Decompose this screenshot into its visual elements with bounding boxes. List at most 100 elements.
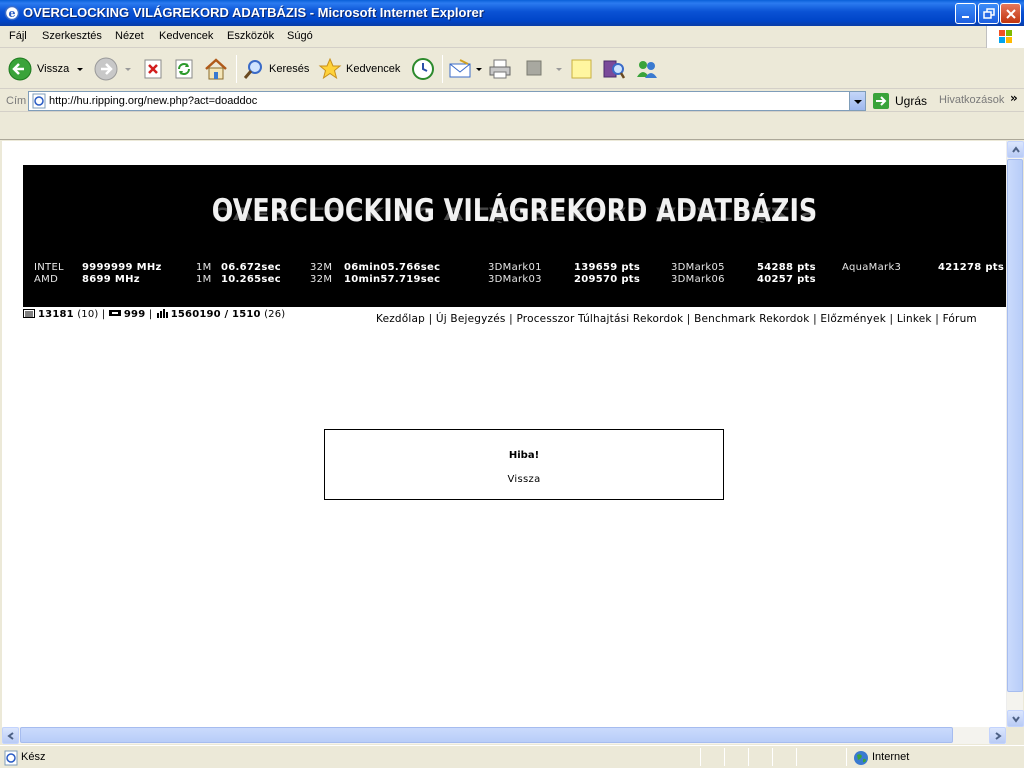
history-button[interactable]: [411, 55, 437, 83]
address-url: http://hu.ripping.org/new.php?act=doaddo…: [49, 95, 258, 107]
stop-button[interactable]: [142, 55, 166, 83]
record-amd-brand: AMD: [34, 274, 59, 285]
history-icon: [412, 58, 434, 80]
record-3dmark05-value: 54288 pts: [757, 262, 816, 273]
nav-link-new-entry[interactable]: Új Bejegyzés: [436, 313, 506, 325]
discuss-button[interactable]: [570, 55, 596, 83]
chevron-down-icon: [854, 100, 862, 104]
svg-text:e: e: [9, 7, 16, 20]
menu-view[interactable]: Nézet: [115, 30, 144, 42]
vertical-scroll-thumb[interactable]: [1007, 159, 1023, 692]
title-bar[interactable]: e OVERCLOCKING VILÁGREKORD ADATBÁZIS - M…: [0, 0, 1024, 26]
go-label: Ugrás: [895, 94, 928, 108]
home-button[interactable]: [203, 55, 231, 83]
nav-separator: |: [509, 313, 513, 325]
nav-link-cpu-records[interactable]: Processzor Túlhajtási Rekordok: [516, 313, 683, 325]
flag-icon: [108, 310, 121, 316]
search-button[interactable]: Keresés: [242, 55, 312, 83]
favorites-label: Kedvencek: [346, 63, 401, 75]
back-button[interactable]: Vissza: [8, 55, 88, 83]
globe-icon: [853, 750, 869, 768]
error-box: Hiba! Vissza: [324, 429, 724, 500]
links-button[interactable]: Hivatkozások: [939, 94, 1004, 106]
address-bar: Cím http://hu.ripping.org/new.php?act=do…: [0, 90, 1024, 112]
nav-link-forum[interactable]: Fórum: [943, 313, 977, 325]
research-button[interactable]: [602, 55, 628, 83]
page-icon: [31, 93, 47, 112]
restore-button[interactable]: [978, 3, 999, 24]
list-icon: [23, 309, 35, 318]
stats-records-new: (26): [264, 309, 286, 320]
record-amd-1m-label: 1M: [196, 274, 212, 285]
minimize-button[interactable]: [955, 3, 976, 24]
back-dropdown-icon[interactable]: [77, 68, 83, 71]
menu-tools[interactable]: Eszközök: [227, 30, 274, 42]
address-input[interactable]: http://hu.ripping.org/new.php?act=doaddo…: [28, 91, 866, 111]
links-chevron-icon[interactable]: »: [1010, 91, 1018, 105]
messenger-button[interactable]: [634, 55, 662, 83]
stats-entries-new: (10): [77, 309, 99, 320]
vertical-scrollbar[interactable]: [1006, 141, 1024, 727]
error-back-link[interactable]: Vissza: [325, 474, 723, 485]
internet-explorer-icon: e: [4, 5, 20, 21]
stats-entries: 13181: [38, 309, 74, 320]
error-title: Hiba!: [508, 450, 540, 461]
scroll-down-button[interactable]: [1007, 710, 1024, 727]
back-arrow-icon: [8, 57, 32, 81]
record-amd-32m-value: 10min57.719sec: [344, 274, 441, 285]
horizontal-scroll-thumb[interactable]: [20, 727, 953, 743]
nav-link-home[interactable]: Kezdőlap: [376, 313, 425, 325]
status-text: Kész: [21, 751, 46, 763]
page-done-icon: [3, 750, 19, 768]
stats-separator: |: [101, 309, 106, 320]
mail-dropdown-icon[interactable]: [476, 68, 482, 71]
scroll-left-button[interactable]: [2, 727, 19, 744]
record-3dmark03-value: 209570 pts: [574, 274, 641, 285]
toolbar-band: [0, 113, 1024, 140]
windows-logo-icon: [986, 26, 1024, 48]
note-icon: [571, 59, 592, 79]
go-arrow-icon: [873, 93, 889, 109]
nav-link-benchmark-records[interactable]: Benchmark Rekordok: [694, 313, 809, 325]
menu-help[interactable]: Súgó: [287, 30, 313, 42]
site-banner: OVERCLOCKING VILÁGREKORD ADATBÁZIS OVERC…: [23, 165, 1006, 307]
refresh-icon: [175, 59, 193, 79]
home-icon: [205, 58, 227, 80]
nav-separator: |: [813, 313, 817, 325]
stats-flags: 999: [123, 309, 146, 320]
nav-link-links[interactable]: Linkek: [897, 313, 932, 325]
menu-favorites[interactable]: Kedvencek: [159, 30, 213, 42]
record-intel-brand: INTEL: [34, 262, 64, 273]
nav-separator: |: [428, 313, 433, 325]
record-amd-1m-value: 10.265sec: [221, 274, 281, 285]
record-amd-32m-label: 32M: [310, 274, 333, 285]
search-icon: [243, 60, 262, 79]
site-title-reflection: OVERCLOCKING VILÁGREKORD ADATBÁZIS: [211, 203, 818, 223]
forward-button[interactable]: [94, 55, 136, 83]
menu-edit[interactable]: Szerkesztés: [42, 30, 102, 42]
favorites-button[interactable]: Kedvencek: [318, 55, 402, 83]
edit-dropdown-icon[interactable]: [556, 68, 562, 71]
record-intel-1m-value: 06.672sec: [221, 262, 281, 273]
print-button[interactable]: [488, 55, 514, 83]
record-intel-1m-label: 1M: [196, 262, 212, 273]
record-aquamark3-value: 421278 pts: [938, 262, 1005, 273]
nav-link-history[interactable]: Előzmények: [820, 313, 886, 325]
refresh-button[interactable]: [173, 55, 197, 83]
scroll-up-button[interactable]: [1007, 141, 1024, 158]
horizontal-scrollbar[interactable]: [2, 727, 1006, 744]
mail-button[interactable]: [448, 55, 484, 83]
edit-page-icon: [526, 60, 542, 76]
address-label: Cím: [6, 95, 27, 107]
site-stats: 13181 (10) | 999 | 1560190 / 1510 (26): [23, 309, 285, 320]
menu-file[interactable]: Fájl: [9, 30, 27, 42]
scroll-right-button[interactable]: [989, 727, 1006, 744]
close-window-button[interactable]: [1000, 3, 1021, 24]
record-3dmark01-label: 3DMark01: [488, 262, 542, 273]
address-dropdown-button[interactable]: [849, 92, 865, 110]
edit-button[interactable]: [524, 55, 564, 83]
record-3dmark01-value: 139659 pts: [574, 262, 641, 273]
nav-separator: |: [935, 313, 940, 325]
scrollbar-corner: [1006, 727, 1023, 744]
record-3dmark06-label: 3DMark06: [671, 274, 725, 285]
